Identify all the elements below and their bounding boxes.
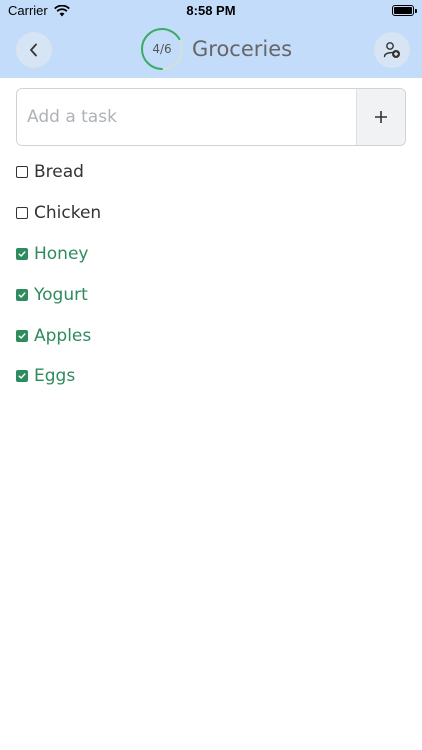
task-checkbox[interactable] xyxy=(16,207,28,220)
task-label: Apples xyxy=(34,325,92,346)
top-bar: Carrier 8:58 PM 4/6 Groceries xyxy=(0,0,422,78)
progress-label: 4/6 xyxy=(152,42,172,56)
back-button[interactable] xyxy=(16,32,52,68)
task-label: Yogurt xyxy=(34,284,88,305)
task-list: Bread Chicken Honey Yogurt Apples Eggs xyxy=(0,152,422,397)
chevron-left-icon xyxy=(30,43,37,57)
plus-icon xyxy=(375,111,387,123)
task-label: Eggs xyxy=(34,366,76,387)
status-bar: Carrier 8:58 PM xyxy=(0,0,422,22)
check-icon xyxy=(18,332,26,339)
add-user-icon xyxy=(383,42,400,58)
task-checkbox[interactable] xyxy=(16,288,28,301)
battery-icon xyxy=(392,5,417,16)
task-label: Bread xyxy=(34,162,84,183)
task-checkbox[interactable] xyxy=(16,329,28,342)
add-task-row xyxy=(16,88,406,146)
check-icon xyxy=(18,373,26,380)
task-item: Chicken xyxy=(16,193,406,234)
task-item: Honey xyxy=(16,234,406,275)
header: 4/6 Groceries xyxy=(0,26,422,74)
task-checkbox[interactable] xyxy=(16,370,28,383)
task-item: Yogurt xyxy=(16,274,406,315)
progress-ring: 4/6 xyxy=(140,27,184,71)
task-label: Honey xyxy=(34,243,89,264)
task-checkbox[interactable] xyxy=(16,247,28,260)
check-icon xyxy=(18,292,26,298)
add-task-button[interactable] xyxy=(356,89,405,145)
task-item: Eggs xyxy=(16,356,406,397)
status-time: 8:58 PM xyxy=(186,3,236,18)
page-title: Groceries xyxy=(192,37,293,61)
check-icon xyxy=(18,251,26,257)
task-item: Apples xyxy=(16,315,406,356)
add-task-input[interactable] xyxy=(17,89,356,145)
add-user-button[interactable] xyxy=(374,32,410,68)
task-item: Bread xyxy=(16,152,406,193)
title-group: 4/6 Groceries xyxy=(140,27,292,71)
task-label: Chicken xyxy=(34,203,102,224)
task-checkbox[interactable] xyxy=(16,166,28,179)
